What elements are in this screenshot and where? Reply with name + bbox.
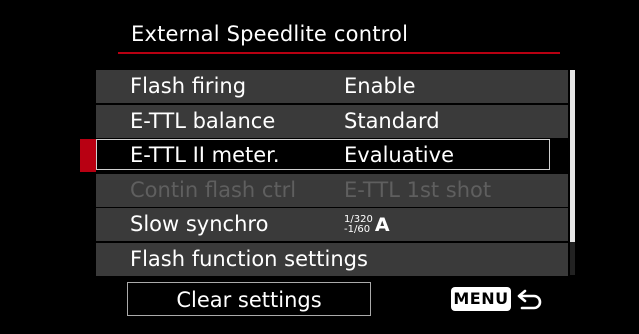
settings-list: Flash firing Enable E-TTL balance Standa… — [96, 70, 568, 276]
menu-item-value: Evaluative — [344, 143, 454, 167]
menu-item-flash-firing[interactable]: Flash firing Enable — [96, 70, 568, 103]
selection-marker-left — [80, 139, 96, 172]
menu-item-label: Slow synchro — [130, 212, 269, 236]
menu-item-value: E-TTL 1st shot — [344, 178, 492, 202]
clear-settings-button[interactable]: Clear settings — [127, 282, 371, 316]
menu-item-ettl-balance[interactable]: E-TTL balance Standard — [96, 105, 568, 138]
sync-mode: A — [374, 214, 390, 236]
menu-item-contin-flash-ctrl[interactable]: Contin flash ctrl E-TTL 1st shot — [96, 174, 568, 207]
menu-item-label: E-TTL II meter. — [130, 143, 280, 167]
menu-item-value: Standard — [344, 109, 440, 133]
sync-speed-slow: -1/60 — [344, 224, 371, 235]
menu-item-slow-synchro[interactable]: Slow synchro 1/320 -1/60 A — [96, 208, 568, 241]
return-arrow-icon — [516, 288, 544, 310]
speedlite-control-screen: External Speedlite control Flash firing … — [0, 0, 639, 334]
menu-item-ettl-meter[interactable]: E-TTL II meter. Evaluative — [96, 139, 568, 172]
menu-item-label: Flash function settings — [130, 247, 368, 271]
menu-item-label: Contin flash ctrl — [130, 178, 297, 202]
menu-item-label: E-TTL balance — [130, 109, 276, 133]
sync-speed-range: 1/320 -1/60 — [344, 215, 373, 235]
menu-back-button[interactable]: MENU — [451, 287, 547, 313]
menu-item-flash-function-settings[interactable]: Flash function settings — [96, 243, 568, 276]
scrollbar-thumb[interactable] — [570, 70, 575, 242]
title-divider — [118, 52, 560, 54]
menu-badge: MENU — [451, 287, 511, 311]
menu-item-value: 1/320 -1/60 A — [344, 212, 390, 236]
menu-item-value: Enable — [344, 74, 416, 98]
page-title: External Speedlite control — [131, 22, 409, 46]
menu-item-label: Flash firing — [130, 74, 247, 98]
